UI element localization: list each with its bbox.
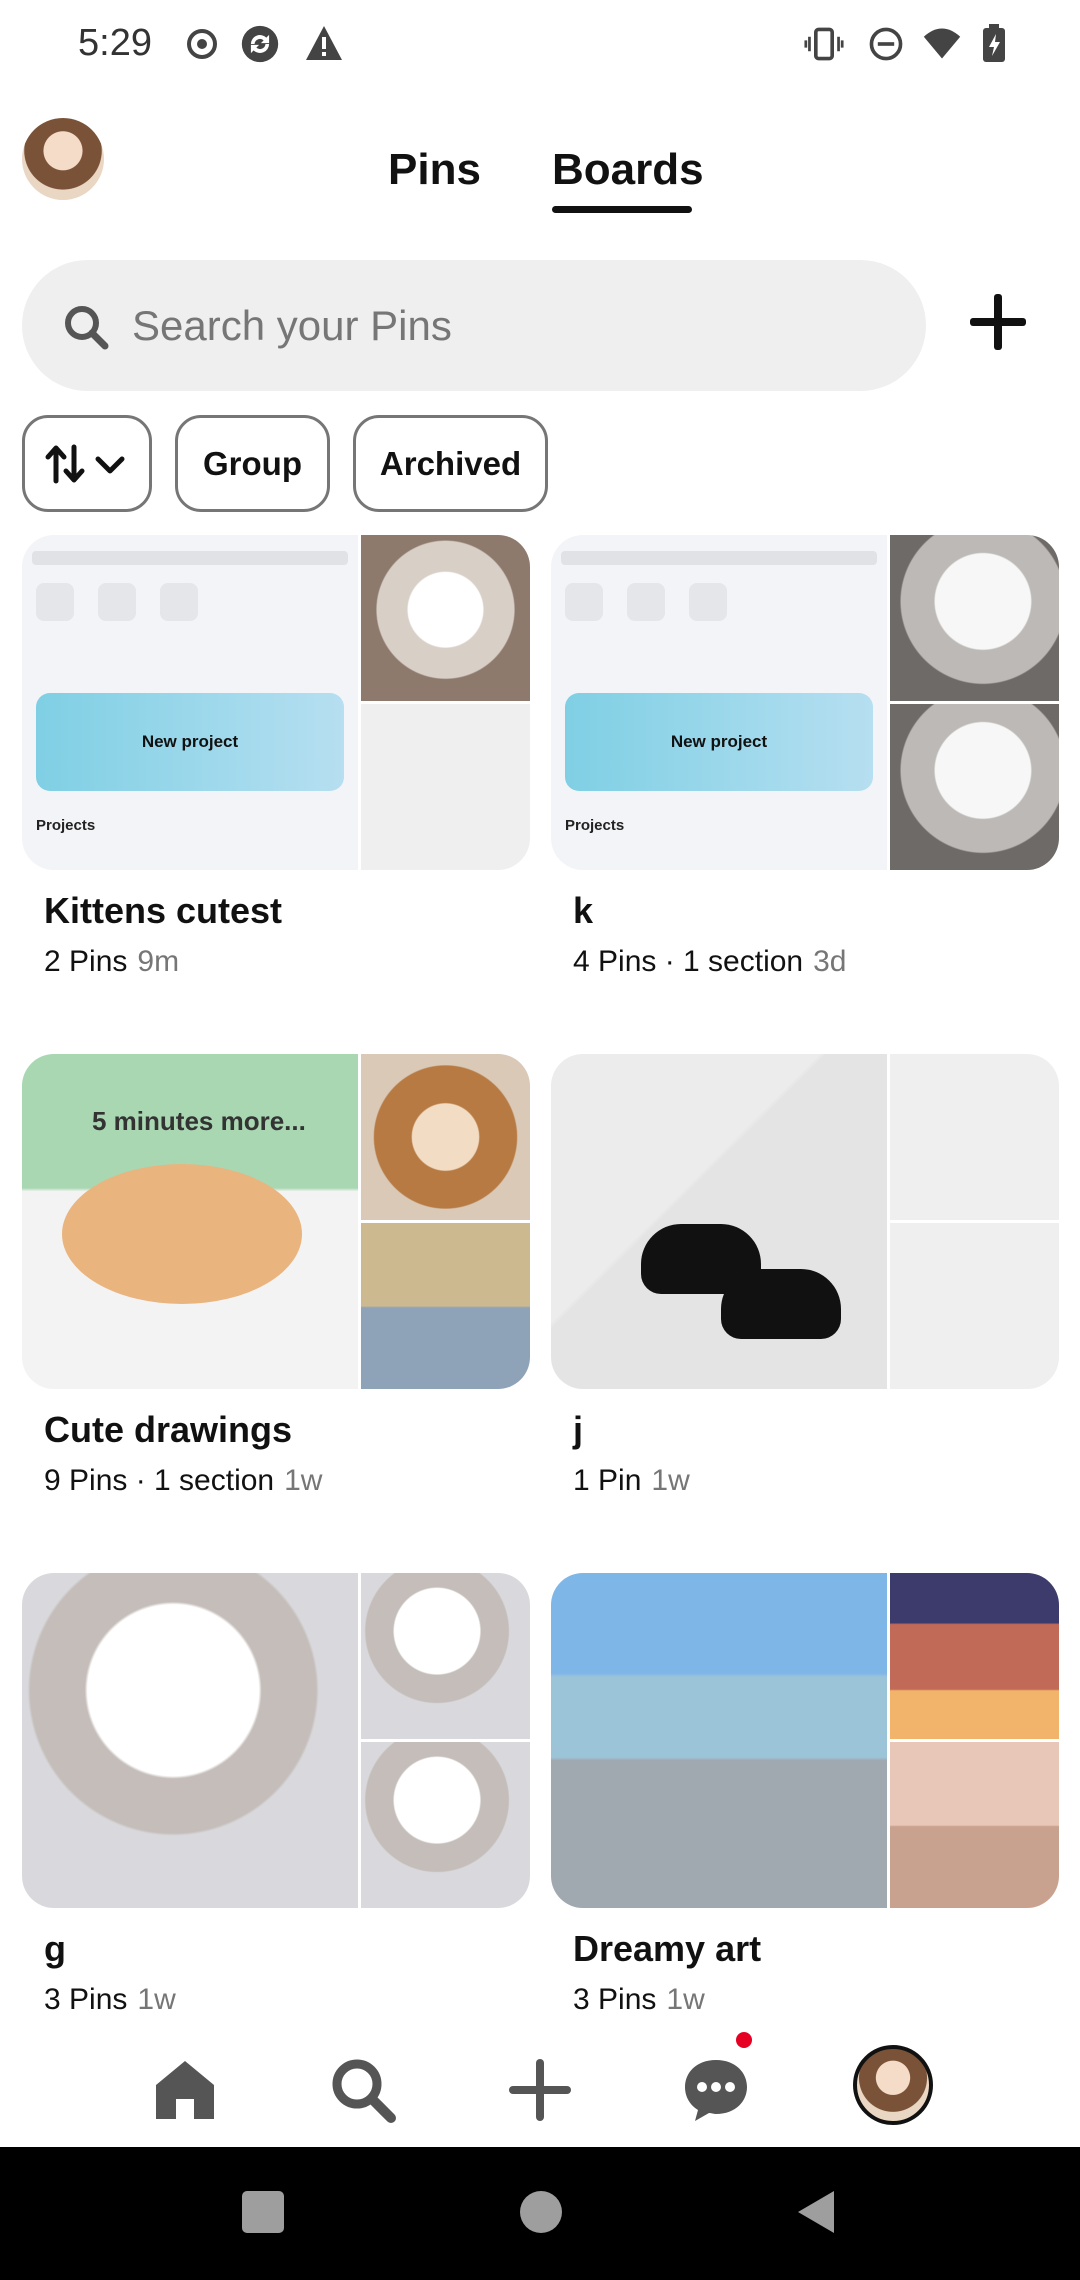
board-title: k [573,890,594,931]
sort-arrows-icon [45,444,125,483]
board-cover-image [361,1054,530,1220]
battery-icon [983,24,1005,62]
nav-create[interactable] [500,2050,580,2130]
cover-projects-text: Projects [565,817,625,834]
board-cover[interactable]: New project Projects [551,535,1059,870]
bottom-nav [0,2020,1080,2145]
wifi-icon [923,28,961,59]
board-card[interactable]: j 1 Pin 1w [551,1054,1059,1497]
sync-icon [241,25,279,63]
cover-new-project-text: New project [565,693,873,791]
board-card[interactable]: New project Projects Kittens cutest 2 Pi… [22,535,530,978]
search-icon [65,306,109,350]
archived-filter-chip[interactable]: Archived [353,415,548,512]
home-icon [156,2061,214,2119]
active-tab-indicator [552,206,692,213]
add-icon[interactable] [960,284,1036,360]
warning-icon [306,26,342,60]
sort-button[interactable] [22,415,152,512]
do-not-disturb-icon [869,27,903,61]
nav-search[interactable] [323,2050,403,2130]
board-meta: 3 Pins 1w [44,1983,176,2016]
board-meta: 3 Pins 1w [573,1983,705,2016]
board-cover-image [890,1573,1059,1739]
board-cover-image [361,1742,530,1908]
board-cover-placeholder [890,1054,1059,1220]
board-meta: 2 Pins 9m [44,945,180,978]
board-meta: 9 Pins · 1 section 1w [44,1464,323,1497]
cover-drawing-text: 5 minutes more... [92,1106,306,1136]
search-bar[interactable] [22,260,926,391]
board-cover-image [551,1054,887,1389]
board-cover-image [361,1223,530,1389]
board-title: Kittens cutest [44,890,283,931]
board-card[interactable]: Dreamy art 3 Pins 1w [551,1573,1059,2016]
nav-messages[interactable] [676,2050,756,2130]
board-card[interactable]: g 3 Pins 1w [22,1573,530,2016]
record-icon [187,29,217,59]
create-icon [509,2059,571,2121]
board-cover-image: New project Projects [22,535,358,870]
board-title: Dreamy art [573,1928,762,1969]
board-meta: 4 Pins · 1 section 3d [573,945,847,978]
home-button-icon[interactable] [518,2189,564,2235]
status-time: 5:29 [78,22,152,64]
board-card[interactable]: New project Projects k 4 Pins · 1 sectio… [551,535,1059,978]
board-cover-image [890,1742,1059,1908]
recents-icon[interactable] [240,2189,286,2235]
board-cover-image [361,535,530,701]
cover-projects-text: Projects [36,817,96,834]
board-title: Cute drawings [44,1409,293,1450]
back-icon[interactable] [794,2189,840,2235]
nav-home[interactable] [145,2050,225,2130]
board-cover-image: 5 minutes more... [22,1054,358,1389]
search-icon [332,2059,396,2123]
nav-profile-avatar[interactable] [853,2045,933,2125]
board-cover-image [22,1573,358,1908]
board-cover-image [890,704,1059,870]
board-cover-image: New project Projects [551,535,887,870]
notification-dot [736,2032,752,2048]
vibrate-icon [804,27,844,61]
board-cover-placeholder [361,704,530,870]
messages-icon [685,2060,747,2121]
board-cover[interactable] [22,1573,530,1908]
search-input[interactable] [132,260,892,391]
tab-pins[interactable]: Pins [388,145,481,195]
board-cover-image [890,535,1059,701]
cover-new-project-text: New project [36,693,344,791]
board-cover[interactable] [551,1054,1059,1389]
profile-avatar[interactable] [22,118,104,200]
board-meta: 1 Pin 1w [573,1464,690,1497]
tab-boards[interactable]: Boards [552,145,704,195]
board-cover-image [361,1573,530,1739]
board-cover-image [551,1573,887,1908]
board-card[interactable]: 5 minutes more... Cute drawings 9 Pins ·… [22,1054,530,1497]
board-cover-placeholder [890,1223,1059,1389]
board-cover[interactable]: New project Projects [22,535,530,870]
system-nav-bar [0,2147,1080,2280]
board-cover[interactable]: 5 minutes more... [22,1054,530,1389]
board-cover[interactable] [551,1573,1059,1908]
group-filter-chip[interactable]: Group [175,415,330,512]
status-bar: 5:29 [0,0,1080,90]
board-title: g [44,1928,66,1969]
board-title: j [573,1409,584,1450]
